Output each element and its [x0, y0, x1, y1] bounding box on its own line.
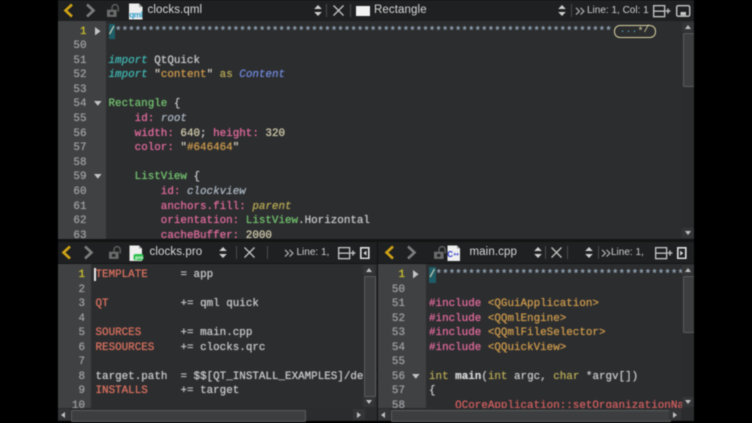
svg-text:pro: pro	[135, 255, 143, 261]
svg-text:qml: qml	[129, 10, 142, 19]
svg-text:++: ++	[453, 251, 459, 257]
